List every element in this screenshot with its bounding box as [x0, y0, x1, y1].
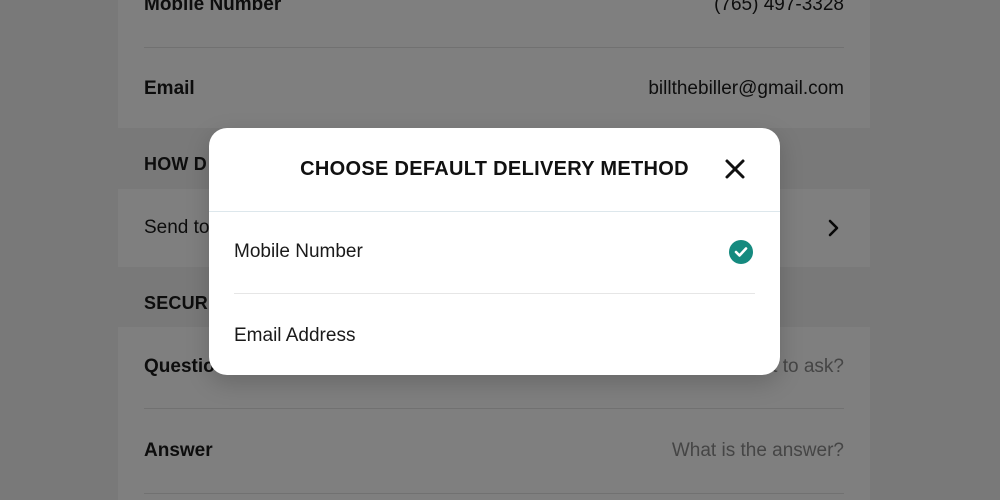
delivery-method-modal: CHOOSE DEFAULT DELIVERY METHOD Mobile Nu… — [209, 128, 780, 375]
option-label: Mobile Number — [234, 241, 363, 262]
close-icon[interactable] — [724, 158, 746, 180]
divider — [234, 293, 755, 294]
option-email-address[interactable]: Email Address — [234, 296, 755, 375]
modal-header: CHOOSE DEFAULT DELIVERY METHOD — [209, 128, 780, 212]
modal-title: CHOOSE DEFAULT DELIVERY METHOD — [300, 158, 689, 180]
option-label: Email Address — [234, 325, 356, 346]
checkmark-circle-icon — [729, 240, 753, 264]
option-mobile-number[interactable]: Mobile Number — [234, 212, 755, 292]
